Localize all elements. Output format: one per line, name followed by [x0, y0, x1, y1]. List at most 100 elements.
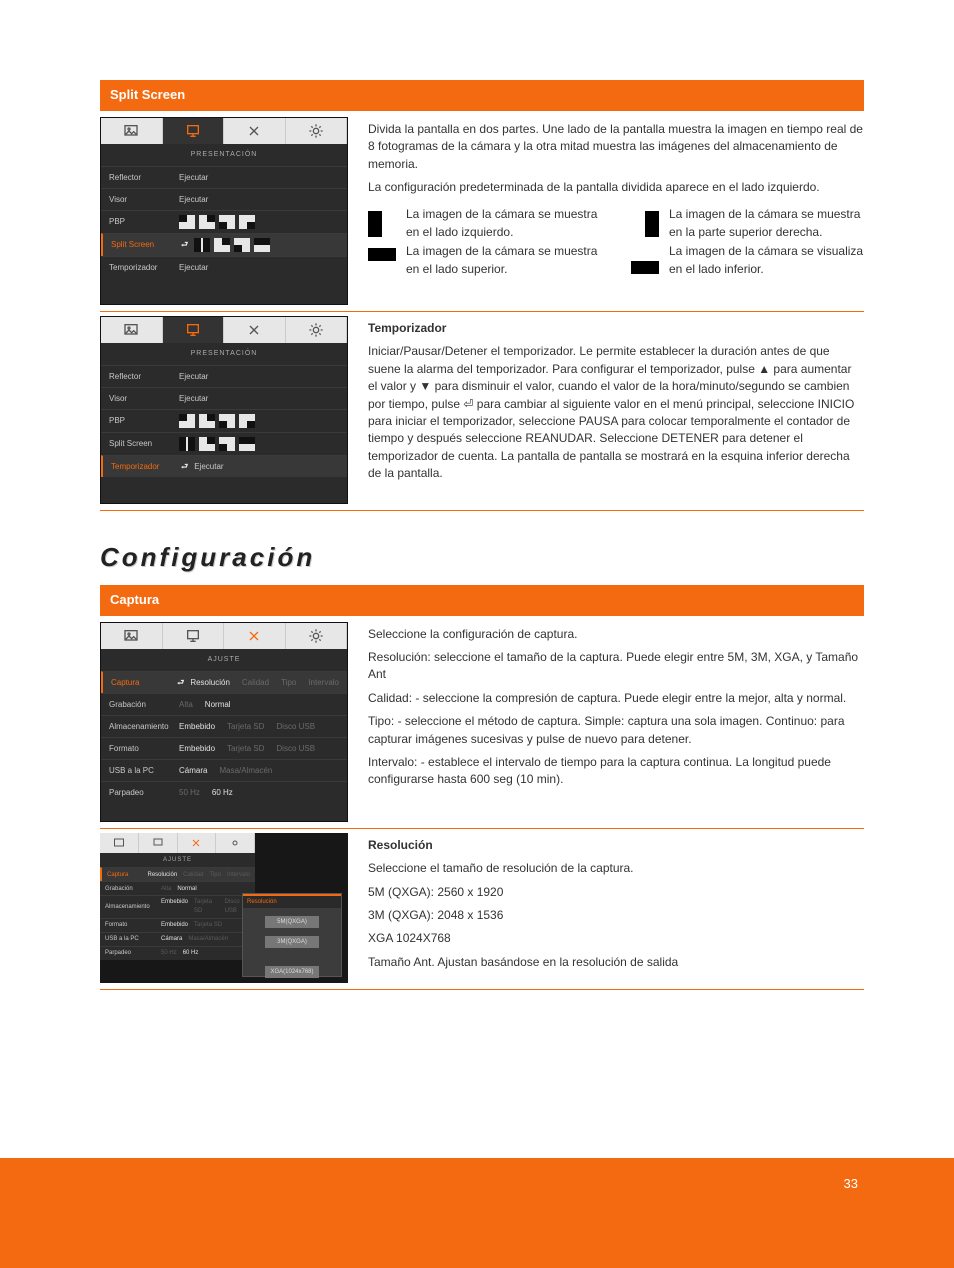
opt: Alta	[179, 699, 193, 711]
tab-presentation-icon	[163, 623, 225, 649]
menu-formato: Formato	[105, 921, 161, 930]
menu-split-screen: Split Screen	[111, 239, 181, 251]
menu-pbp: PBP	[109, 415, 179, 427]
split-screen-description: Divida la pantalla en dos partes. Une la…	[360, 117, 864, 305]
res-5m: 5M (QXGA): 2560 x 1920	[368, 884, 864, 901]
opt: Resolución	[147, 871, 177, 880]
menu-split-screen: Split Screen	[109, 438, 179, 450]
res-xga: XGA 1024X768	[368, 930, 864, 947]
menu-visor: Visor	[109, 194, 179, 206]
opt: Embebido	[179, 721, 215, 733]
popup-opt-5m: 5M(QXGA)	[265, 916, 319, 928]
captura-i: Intervalo: - establece el intervalo de t…	[368, 754, 864, 789]
tab-presentation-icon	[163, 118, 225, 144]
tab-image-icon	[101, 317, 163, 343]
split-up-icon	[368, 248, 396, 274]
split-right-text: La imagen de la cámara se muestra en la …	[669, 206, 864, 241]
split-left-text: La imagen de la cámara se muestra en el …	[406, 206, 601, 241]
split-layout-icons	[194, 238, 270, 252]
val-ejecutar: Ejecutar	[179, 262, 208, 274]
tab-tools-icon	[178, 833, 217, 853]
tab-tools-icon	[224, 623, 286, 649]
res-3m: 3M (QXGA): 2048 x 1536	[368, 907, 864, 924]
popup-opt-xga: XGA(1024x768)	[265, 966, 319, 978]
val-ejecutar: Ejecutar	[179, 172, 208, 184]
pbp-layout-icons	[179, 215, 255, 229]
opt: Masa/Almacén	[188, 935, 228, 944]
opt: 60 Hz	[183, 949, 199, 958]
tab-gear-icon	[216, 833, 255, 853]
opt: Masa/Almacén	[219, 765, 272, 777]
opt: Alta	[161, 885, 171, 894]
captura-lead: Seleccione la configuración de captura.	[368, 626, 864, 643]
panel-title: PRESENTACIÓN	[101, 343, 347, 365]
opt: Intervalo	[227, 871, 250, 880]
temporizador-heading: Temporizador	[368, 320, 864, 337]
enter-icon: ⮐	[181, 239, 188, 251]
captura-q: Calidad: - seleccione la compresión de c…	[368, 690, 864, 707]
opt: Embebido	[161, 898, 188, 915]
row-temporizador: PRESENTACIÓN ReflectorEjecutar VisorEjec…	[100, 314, 864, 511]
res-prev: Tamaño Ant. Ajustan basándose en la reso…	[368, 954, 864, 971]
val-ejecutar: Ejecutar	[194, 461, 223, 473]
res-lead: Seleccione el tamaño de resolución de la…	[368, 860, 864, 877]
tab-image-icon	[101, 118, 163, 144]
menu-grabacion: Grabación	[105, 885, 161, 894]
menu-parpadeo: Parpadeo	[109, 787, 179, 799]
opt: Tarjeta SD	[194, 898, 219, 915]
popup-title: Resolución	[243, 894, 341, 909]
opt: Calidad	[183, 871, 203, 880]
menu-almacen: Almacenamiento	[109, 721, 179, 733]
opt-res: Resolución	[190, 677, 230, 689]
tab-presentation-icon	[139, 833, 178, 853]
section-bar-captura: Captura	[100, 585, 864, 616]
tab-tools-icon	[224, 118, 286, 144]
menu-grabacion: Grabación	[109, 699, 179, 711]
menu-temporizador: Temporizador	[111, 461, 181, 473]
opt: 50 Hz	[179, 787, 200, 799]
panel-title-ajuste: AJUSTE	[101, 649, 347, 671]
menu-visor: Visor	[109, 393, 179, 405]
split-desc-text: Divida la pantalla en dos partes. Une la…	[368, 121, 864, 173]
split-down-text: La imagen de la cámara se visualiza en e…	[669, 243, 864, 278]
opt: Tarjeta SD	[194, 921, 222, 930]
opt-int: Intervalo	[308, 677, 339, 689]
opt: Embebido	[179, 743, 215, 755]
opt-cal: Calidad	[242, 677, 269, 689]
screenshot-presentation-split: PRESENTACIÓN ReflectorEjecutar VisorEjec…	[100, 117, 348, 305]
val-ejecutar: Ejecutar	[179, 393, 208, 405]
menu-parpadeo: Parpadeo	[105, 949, 161, 958]
footer-band	[0, 1158, 954, 1268]
val-ejecutar: Ejecutar	[179, 194, 208, 206]
section-heading-configuracion: Configuración	[100, 539, 864, 577]
screenshot-resolucion-popup: AJUSTE CapturaResoluciónCalidadTipoInter…	[100, 833, 348, 983]
temporizador-description: Temporizador Iniciar/Pausar/Detener el t…	[360, 316, 864, 504]
menu-usbpc: USB a la PC	[109, 765, 179, 777]
opt: Tarjeta SD	[227, 721, 264, 733]
menu-reflector: Reflector	[109, 371, 179, 383]
opt: Cámara	[179, 765, 207, 777]
section-bar-split: Split Screen	[100, 80, 864, 111]
opt: Embebido	[161, 921, 188, 930]
opt-tipo: Tipo	[281, 677, 296, 689]
opt: Tarjeta SD	[227, 743, 264, 755]
opt: Normal	[177, 885, 196, 894]
pbp-layout-icons	[179, 414, 255, 428]
menu-captura: Captura	[107, 871, 147, 880]
opt: Normal	[205, 699, 231, 711]
split-right-icon	[631, 211, 659, 237]
resolucion-description: Resolución Seleccione el tamaño de resol…	[360, 833, 864, 983]
split-left-icon	[368, 211, 396, 237]
tab-presentation-icon	[163, 317, 225, 343]
tab-image-icon	[100, 833, 139, 853]
captura-res: Resolución: seleccione el tamaño de la c…	[368, 649, 864, 684]
tab-gear-icon	[286, 623, 348, 649]
popup-opt-3m: 3M(QXGA)	[265, 936, 319, 948]
resolution-popup: Resolución 5M(QXGA) 3M(QXGA) XGA(1024x76…	[242, 893, 342, 977]
captura-description: Seleccione la configuración de captura. …	[360, 622, 864, 822]
page-number: 33	[844, 1175, 858, 1194]
menu-temporizador: Temporizador	[109, 262, 179, 274]
tab-gear-icon	[286, 317, 348, 343]
resolucion-heading: Resolución	[368, 837, 864, 854]
split-layout-icons	[179, 437, 255, 451]
